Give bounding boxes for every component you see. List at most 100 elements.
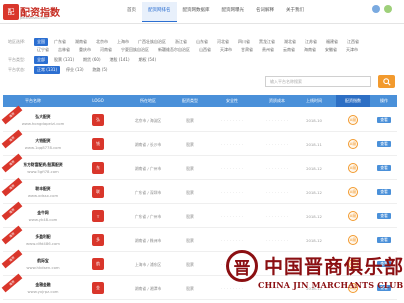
- filter-option[interactable]: 股票 (131): [51, 56, 77, 64]
- platform-name[interactable]: 联丰配资: [3, 186, 83, 192]
- platform-url[interactable]: www.5gfi78.com: [3, 169, 83, 174]
- platform-logo[interactable]: 钱: [92, 138, 104, 150]
- platform-logo[interactable]: 弘: [92, 114, 104, 126]
- platform-name[interactable]: 弘大配资: [3, 114, 83, 120]
- nav-about[interactable]: 关于我们: [280, 2, 310, 22]
- filter-option[interactable]: 北京市: [93, 38, 111, 46]
- filter-option[interactable]: 重庆市: [76, 46, 94, 54]
- filter-option[interactable]: 期权 (54): [136, 56, 159, 64]
- filter-option[interactable]: 广西壮族自治区: [135, 38, 169, 46]
- filter-option[interactable]: 安徽省: [322, 46, 340, 54]
- platform-region: 湖南省 / 湘潭市: [134, 286, 162, 291]
- col-cost[interactable]: 资质成本: [261, 95, 293, 107]
- search-input[interactable]: 输入平台名称搜索: [265, 76, 371, 87]
- platform-name[interactable]: 金牛网: [3, 210, 83, 216]
- nav-database[interactable]: 配资网数据库: [177, 2, 216, 22]
- platform-url[interactable]: www.hkdsen.com: [3, 265, 83, 270]
- filter-option[interactable]: 四川省: [235, 38, 253, 46]
- nav-home[interactable]: 首页: [121, 2, 142, 22]
- table-row[interactable]: 推荐 金牛网 www.yk48.com T 广东省 / 广州市 股票 · · · · · ·…: [1, 201, 397, 228]
- table-row[interactable]: 推荐 东方财富配资/股票配资 www.5gfi78.com 东湖南省 / 广州市 股票 ·…: [1, 153, 397, 180]
- platform-url[interactable]: www.yxjrpz.com: [3, 289, 83, 294]
- platform-name[interactable]: 航际宝: [3, 258, 83, 264]
- table-row[interactable]: 推荐 联丰配资 www.xdssx.com 联广东省 / 深圳市 股票 · · · · ·…: [1, 177, 397, 204]
- filter-option[interactable]: 山东省: [193, 38, 211, 46]
- platform-logo[interactable]: 航: [92, 258, 104, 270]
- filter-option[interactable]: 福建省: [323, 38, 341, 46]
- filter-option[interactable]: 新疆维吾尔自治区: [155, 46, 193, 54]
- platform-url[interactable]: www.xdssx.com: [3, 193, 83, 198]
- launch-date: 2018-11: [306, 142, 322, 147]
- filter-option[interactable]: 浙江省: [172, 38, 190, 46]
- platform-name[interactable]: 金雅金融: [3, 282, 83, 288]
- platform-url[interactable]: www.1qq8778.com: [3, 145, 83, 150]
- platform-url[interactable]: www.hongdapeizi.com: [3, 121, 83, 126]
- filter-option[interactable]: 甘肃省: [238, 46, 256, 54]
- search-button[interactable]: [378, 75, 395, 88]
- filter-option[interactable]: 山西省: [196, 46, 214, 54]
- col-platform-name[interactable]: 平台名称: [3, 95, 63, 107]
- view-button[interactable]: 查看: [377, 141, 391, 147]
- safety-value: · · · · · · · ·: [220, 238, 244, 243]
- filter-option[interactable]: 海南省: [301, 46, 319, 54]
- platform-type: 股票: [186, 166, 194, 171]
- platform-name[interactable]: 东方财富配资/股票配资: [3, 162, 83, 168]
- filter-option[interactable]: 湖南省: [72, 38, 90, 46]
- filter-option[interactable]: 期货 (60): [80, 56, 103, 64]
- platform-name[interactable]: 多盈利配: [3, 234, 83, 240]
- filter-option[interactable]: 广东省: [51, 38, 69, 46]
- filter-option[interactable]: 上海市: [114, 38, 132, 46]
- header-divider: [0, 23, 404, 24]
- platform-logo[interactable]: 联: [92, 186, 104, 198]
- table-row[interactable]: 推荐 弘大配资 www.hongdapeizi.com 弘北京市 / 海淀区 股票 · ·…: [1, 105, 397, 132]
- filter-option[interactable]: 湖北省: [281, 38, 299, 46]
- platform-logo[interactable]: T: [92, 210, 104, 222]
- filter-option[interactable]: 港股 (141): [107, 56, 133, 64]
- table-row[interactable]: 推荐 多盈利配 www.dlfd486.com 多湖南省 / 株洲市 股票 · · · ·…: [1, 225, 397, 252]
- filter-option[interactable]: 宁夏回族自治区: [118, 46, 152, 54]
- filter-option[interactable]: 河北省: [214, 38, 232, 46]
- col-index[interactable]: 配资指数: [336, 95, 370, 107]
- filter-option[interactable]: 辽宁省: [34, 46, 52, 54]
- filter-option[interactable]: 正常 (131): [34, 66, 61, 74]
- wechat-icon[interactable]: [384, 5, 392, 13]
- nav-glossary[interactable]: 名词解释: [250, 2, 280, 22]
- filter-option[interactable]: 黑龙江省: [256, 38, 278, 46]
- site-logo[interactable]: 配: [3, 4, 19, 20]
- nav-ranking[interactable]: 配资网排名: [142, 2, 177, 22]
- col-date[interactable]: 上线时间: [299, 95, 329, 107]
- nav-exposure[interactable]: 配资网曝光: [216, 2, 251, 22]
- filter-option[interactable]: 江苏省: [302, 38, 320, 46]
- filter-option[interactable]: 跑路 (5): [90, 66, 111, 74]
- col-region[interactable]: 所在地区: [128, 95, 168, 107]
- view-button[interactable]: 查看: [377, 165, 391, 171]
- view-button[interactable]: 查看: [377, 213, 391, 219]
- filter-option[interactable]: 江西省: [344, 38, 362, 46]
- filter-option[interactable]: 贵州省: [259, 46, 277, 54]
- view-button[interactable]: 查看: [377, 117, 391, 123]
- platform-logo[interactable]: 多: [92, 234, 104, 246]
- view-button[interactable]: 查看: [377, 237, 391, 243]
- platform-logo[interactable]: 东: [92, 162, 104, 174]
- platform-region: 湖南省 / 株洲市: [134, 238, 162, 243]
- cost-value: · · · · · · · ·: [265, 118, 289, 123]
- filter-option[interactable]: 河南省: [97, 46, 115, 54]
- filter-option[interactable]: 云南省: [280, 46, 298, 54]
- col-safety[interactable]: 安全性: [217, 95, 247, 107]
- filter-option[interactable]: 天津市: [343, 46, 361, 54]
- table-row[interactable]: 推荐 大钱配资 www.1qq8778.com 钱湖南省 / 长沙市 股票 · · · ·…: [1, 129, 397, 156]
- filter-option[interactable]: 全部: [34, 56, 48, 64]
- view-button[interactable]: 查看: [377, 189, 391, 195]
- user-icon[interactable]: [372, 5, 380, 13]
- filter-option[interactable]: 停业 (13): [63, 66, 86, 74]
- platform-url[interactable]: www.dlfd486.com: [3, 241, 83, 246]
- filter-status-row: 平台状态: 正常 (131) 停业 (13) 跑路 (5): [8, 66, 113, 74]
- filter-option[interactable]: 天津市: [217, 46, 235, 54]
- platform-name[interactable]: 大钱配资: [3, 138, 83, 144]
- filter-option[interactable]: 全国: [34, 38, 48, 46]
- col-type[interactable]: 配资类型: [173, 95, 207, 107]
- filter-option[interactable]: 吉林省: [55, 46, 73, 54]
- platform-url[interactable]: www.yk48.com: [3, 217, 83, 222]
- watermark-english: CHINA JIN MARCHANTS CLUB: [258, 280, 404, 290]
- platform-logo[interactable]: 金: [92, 282, 104, 294]
